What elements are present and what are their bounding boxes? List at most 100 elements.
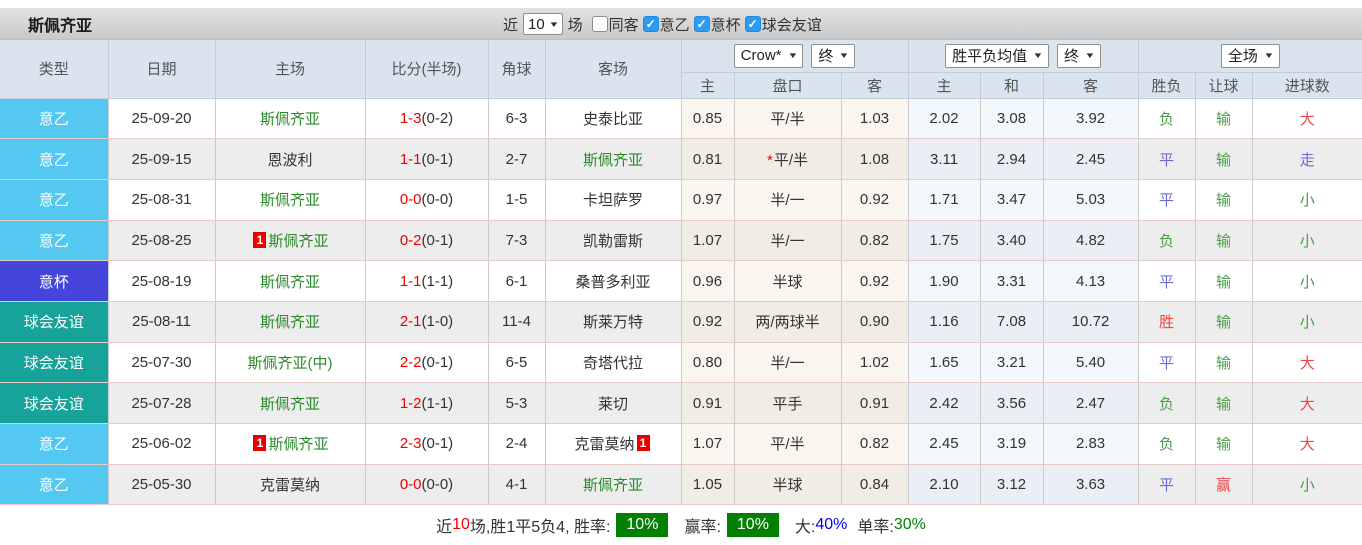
avg-lose-cell: 4.13 — [1043, 261, 1138, 302]
halftime-score: (0-0) — [422, 476, 454, 493]
away-team-name: 史泰比亚 — [583, 111, 643, 128]
subcol-avg-draw: 和 — [980, 72, 1043, 98]
halftime-score: (1-1) — [422, 395, 454, 412]
league-type-cell: 意杯 — [0, 261, 108, 302]
fulltime-score: 0-0 — [400, 476, 422, 493]
away-team-cell: 斯佩齐亚 — [545, 464, 681, 505]
corner-cell: 7-3 — [488, 220, 545, 261]
score-cell: 0-2(0-1) — [365, 220, 488, 261]
avg-win-cell: 2.10 — [908, 464, 980, 505]
avg-lose-cell: 2.47 — [1043, 383, 1138, 424]
odds-away-cell: 1.03 — [841, 98, 908, 139]
date-cell: 25-09-15 — [108, 139, 215, 180]
odds-home-cell: 0.85 — [681, 98, 734, 139]
scope-value: 全场 — [1228, 45, 1258, 66]
odds-period-value: 终 — [818, 45, 833, 66]
team-title: 斯佩齐亚 — [28, 12, 92, 36]
home-team-name: 克雷莫纳 — [260, 477, 320, 494]
avg-lose-cell: 5.03 — [1043, 179, 1138, 220]
corner-cell: 4-1 — [488, 464, 545, 505]
goals-result-cell: 小 — [1252, 464, 1362, 505]
avg-lose-cell: 2.45 — [1043, 139, 1138, 180]
corner-cell: 2-4 — [488, 424, 545, 465]
filter-意乙[interactable]: ✓意乙 — [643, 14, 690, 35]
filter-同客[interactable]: 同客 — [592, 14, 639, 35]
filter-label: 意杯 — [711, 14, 741, 35]
score-cell: 1-2(1-1) — [365, 383, 488, 424]
home-team-name: 斯佩齐亚 — [260, 111, 320, 128]
date-cell: 25-08-31 — [108, 179, 215, 220]
avg-draw-cell: 3.56 — [980, 383, 1043, 424]
date-cell: 25-06-02 — [108, 424, 215, 465]
away-team-name: 莱切 — [598, 396, 628, 413]
avg-draw-cell: 3.12 — [980, 464, 1043, 505]
avg-odds-select[interactable]: 胜平负均值 ▼ — [945, 44, 1049, 68]
handicap-result-cell: 输 — [1195, 383, 1252, 424]
filter-意杯[interactable]: ✓意杯 — [694, 14, 741, 35]
away-team-name: 斯佩齐亚 — [583, 152, 643, 169]
away-team-name: 桑普多利亚 — [575, 274, 650, 291]
odds-company-value: Crow* — [741, 47, 782, 64]
checkbox-checked-icon[interactable]: ✓ — [643, 16, 659, 32]
goals-result-cell: 大 — [1252, 98, 1362, 139]
avg-lose-cell: 4.82 — [1043, 220, 1138, 261]
match-row: 意乙25-05-30克雷莫纳0-0(0-0)4-1斯佩齐亚1.05半球0.842… — [0, 464, 1362, 505]
avg-draw-cell: 7.08 — [980, 301, 1043, 342]
home-team-name: 恩波利 — [267, 152, 312, 169]
odds-home-cell: 0.80 — [681, 342, 734, 383]
score-cell: 1-3(0-2) — [365, 98, 488, 139]
recent-count-select[interactable]: 10 ▼ — [523, 13, 563, 35]
chevron-down-icon: ▼ — [1084, 51, 1095, 60]
odds-away-cell: 0.82 — [841, 424, 908, 465]
result-cell: 平 — [1138, 261, 1195, 302]
home-team-cell: 斯佩齐亚 — [215, 261, 365, 302]
filter-球会友谊[interactable]: ✓球会友谊 — [745, 14, 822, 35]
home-team-cell: 克雷莫纳 — [215, 464, 365, 505]
avg-win-cell: 2.02 — [908, 98, 980, 139]
summary-footer: 近10场,胜1平5负4, 胜率:10%赢率:10%大:40%单率:30% — [0, 505, 1362, 545]
away-team-cell: 卡坦萨罗 — [545, 179, 681, 220]
date-cell: 25-07-30 — [108, 342, 215, 383]
home-team-cell: 斯佩齐亚(中) — [215, 342, 365, 383]
league-type-cell: 意乙 — [0, 139, 108, 180]
avg-period-select[interactable]: 终 ▼ — [1057, 44, 1101, 68]
fulltime-score: 2-1 — [400, 313, 422, 330]
avg-draw-cell: 3.31 — [980, 261, 1043, 302]
filter-list: 同客✓意乙✓意杯✓球会友谊 — [588, 14, 822, 35]
odds-home-cell: 0.92 — [681, 301, 734, 342]
avg-win-cell: 1.75 — [908, 220, 980, 261]
checkbox-checked-icon[interactable]: ✓ — [694, 16, 710, 32]
match-row: 意乙25-08-251斯佩齐亚0-2(0-1)7-3凯勒雷斯1.07半/一0.8… — [0, 220, 1362, 261]
goals-result-cell: 大 — [1252, 383, 1362, 424]
score-cell: 2-3(0-1) — [365, 424, 488, 465]
avg-lose-cell: 3.63 — [1043, 464, 1138, 505]
col-header-away: 客场 — [545, 40, 681, 98]
odds-company-select[interactable]: Crow* ▼ — [734, 44, 804, 68]
topbar-controls: 近 10 ▼ 场 同客✓意乙✓意杯✓球会友谊 — [503, 8, 822, 40]
checkbox-checked-icon[interactable]: ✓ — [745, 16, 761, 32]
home-team-cell: 斯佩齐亚 — [215, 98, 365, 139]
filter-label: 球会友谊 — [762, 14, 822, 35]
col-header-score: 比分(半场) — [365, 40, 488, 98]
odds-away-cell: 1.08 — [841, 139, 908, 180]
halftime-score: (0-1) — [422, 232, 454, 249]
summary-text: 大: — [795, 513, 815, 537]
home-team-name: 斯佩齐亚 — [260, 314, 320, 331]
summary-text: 40% — [815, 516, 847, 534]
topbar: 斯佩齐亚 近 10 ▼ 场 同客✓意乙✓意杯✓球会友谊 — [0, 8, 1362, 40]
avg-win-cell: 2.42 — [908, 383, 980, 424]
result-cell: 负 — [1138, 220, 1195, 261]
home-team-name: 斯佩齐亚 — [268, 233, 328, 250]
home-team-name: 斯佩齐亚 — [260, 396, 320, 413]
away-team-cell: 桑普多利亚 — [545, 261, 681, 302]
corner-cell: 1-5 — [488, 179, 545, 220]
col-header-corner: 角球 — [488, 40, 545, 98]
checkbox-unchecked-icon[interactable] — [592, 16, 608, 32]
scope-select[interactable]: 全场 ▼ — [1221, 44, 1280, 68]
odds-period-select[interactable]: 终 ▼ — [811, 44, 855, 68]
handicap-result-cell: 输 — [1195, 424, 1252, 465]
home-team-name: 斯佩齐亚 — [268, 436, 328, 453]
handicap-cell: 两/两球半 — [734, 301, 841, 342]
subcol-odds-away: 客 — [841, 72, 908, 98]
summary-text: 单率: — [857, 513, 893, 537]
